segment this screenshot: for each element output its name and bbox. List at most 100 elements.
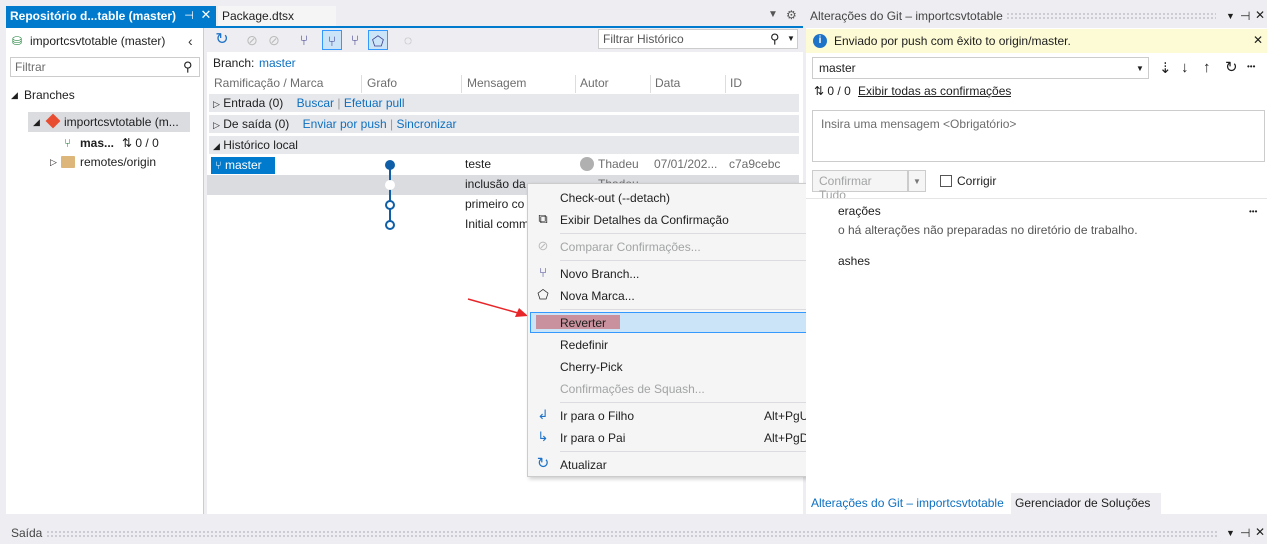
show-branches-icon[interactable]: ⑂ bbox=[322, 30, 342, 50]
menu-item-reset[interactable]: Redefinir bbox=[560, 335, 608, 355]
outgoing-section[interactable]: ▷ De saída (0) Enviar por push | Sincron… bbox=[209, 115, 799, 133]
menu-item-new-branch[interactable]: Novo Branch... bbox=[560, 264, 639, 284]
pin-icon[interactable]: ⊣ bbox=[182, 9, 196, 23]
banner-message: Enviado por push com êxito to origin/mas… bbox=[834, 34, 1071, 48]
graph-node bbox=[385, 200, 395, 210]
branch-label: Branch: bbox=[213, 56, 255, 70]
menu-item-view-commit-details[interactable]: Exibir Detalhes da Confirmação bbox=[560, 210, 729, 230]
branches-header[interactable]: Branches bbox=[24, 88, 75, 102]
search-icon[interactable]: ⚲ bbox=[770, 31, 780, 47]
pull-icon[interactable]: ↓ bbox=[1181, 59, 1189, 76]
go-to-child-icon: ↲ bbox=[537, 407, 549, 422]
compare-icon[interactable]: ⊘ bbox=[242, 30, 262, 50]
search-dropdown-icon[interactable]: ▼ bbox=[787, 34, 795, 43]
pull-link[interactable]: Efetuar pull bbox=[344, 96, 405, 110]
commit-message: primeiro co bbox=[465, 197, 525, 211]
branch-combo-value: master bbox=[819, 61, 856, 75]
search-icon[interactable]: ⚲ bbox=[183, 59, 193, 75]
bottom-tab-solution-explorer[interactable]: Gerenciador de Soluções bbox=[1011, 493, 1161, 514]
commit-message-input[interactable]: Insira uma mensagem <Obrigatório> bbox=[812, 110, 1265, 162]
section-divider bbox=[806, 198, 1267, 199]
show-tags-icon[interactable]: ⬠ bbox=[368, 30, 388, 50]
collapse-chevron-icon[interactable]: ‹ bbox=[188, 33, 193, 49]
incoming-section[interactable]: ▷ Entrada (0) Buscar | Efetuar pull bbox=[209, 94, 799, 112]
compare-commits-icon[interactable]: ⊘ bbox=[264, 30, 284, 50]
refresh-icon[interactable]: ↻ bbox=[212, 30, 232, 50]
output-close-icon[interactable]: ✕ bbox=[1255, 525, 1265, 539]
branch-combo[interactable]: master bbox=[812, 57, 1149, 79]
tab-package-dtsx[interactable]: Package.dtsx bbox=[218, 6, 336, 26]
menu-item-revert[interactable]: Reverter bbox=[560, 313, 606, 333]
panel-dropdown-icon[interactable]: ▼ bbox=[1226, 11, 1235, 21]
expand-arrow-icon[interactable]: ◢ bbox=[11, 90, 18, 101]
amend-checkbox[interactable] bbox=[940, 175, 952, 187]
show-all-commits-link[interactable]: Exibir todas as confirmações bbox=[858, 84, 1011, 98]
menu-item-refresh[interactable]: Atualizar bbox=[560, 455, 607, 475]
push-icon[interactable]: ↑ bbox=[1203, 59, 1211, 76]
close-tab-icon[interactable]: ✕ bbox=[199, 7, 213, 23]
branch-tag-master[interactable]: ⑂ master bbox=[211, 157, 275, 174]
branch-sync-count: ⇅ 0 / 0 bbox=[122, 136, 159, 150]
pin-icon[interactable]: ⊣ bbox=[1240, 9, 1250, 23]
changes-more-icon[interactable]: ••• bbox=[1249, 207, 1257, 216]
fetch-link[interactable]: Buscar bbox=[297, 96, 334, 110]
menu-item-new-tag[interactable]: Nova Marca... bbox=[560, 286, 635, 306]
menu-item-squash-commits[interactable]: Confirmações de Squash... bbox=[560, 379, 705, 399]
expand-arrow-icon[interactable]: ◢ bbox=[33, 117, 40, 128]
settings-gear-icon[interactable]: ⚙ bbox=[786, 8, 797, 22]
output-title-grip bbox=[46, 530, 1218, 538]
repo-node-label: importcsvtotable (m... bbox=[64, 115, 179, 129]
local-history-section[interactable]: ◢ Histórico local bbox=[209, 136, 799, 154]
tab-list-dropdown-icon[interactable]: ▼ bbox=[768, 9, 778, 20]
stashes-header[interactable]: ashes bbox=[838, 254, 870, 268]
expand-arrow-icon[interactable]: ▷ bbox=[213, 99, 220, 109]
menu-item-compare-commits[interactable]: Comparar Confirmações... bbox=[560, 237, 701, 257]
commit-all-button[interactable]: Confirmar Tudo bbox=[812, 170, 908, 202]
branch-filter-input[interactable]: Filtrar bbox=[10, 57, 200, 77]
more-actions-icon[interactable]: ••• bbox=[1247, 62, 1255, 71]
column-header-message[interactable]: Mensagem bbox=[467, 76, 526, 92]
changes-header[interactable]: erações bbox=[838, 204, 881, 218]
show-remote-icon[interactable]: ⑂ bbox=[345, 30, 365, 50]
output-pin-icon[interactable]: ⊣ bbox=[1240, 526, 1250, 540]
remote-node-label[interactable]: remotes/origin bbox=[80, 155, 156, 169]
hide-icon[interactable]: ◌ bbox=[398, 30, 418, 50]
commit-details-icon: ⧉ bbox=[538, 211, 548, 226]
bottom-tab-label: Gerenciador de Soluções bbox=[1015, 496, 1151, 510]
go-to-parent-icon: ↳ bbox=[537, 429, 549, 444]
expand-arrow-icon[interactable]: ▷ bbox=[50, 157, 57, 168]
expand-arrow-icon[interactable]: ▷ bbox=[213, 120, 220, 130]
close-icon[interactable]: ✕ bbox=[1255, 8, 1265, 22]
column-header-graph[interactable]: Grafo bbox=[367, 76, 397, 92]
menu-item-cherry-pick[interactable]: Cherry-Pick bbox=[560, 357, 623, 377]
history-search-input[interactable]: Filtrar Histórico bbox=[598, 29, 798, 49]
menu-item-go-to-child[interactable]: Ir para o Filho bbox=[560, 406, 634, 426]
commit-message-placeholder: Insira uma mensagem <Obrigatório> bbox=[821, 117, 1017, 131]
sync-icon[interactable]: ↻ bbox=[1225, 58, 1238, 76]
push-link[interactable]: Enviar por push bbox=[303, 117, 387, 131]
commit-dropdown-button[interactable]: ▼ bbox=[908, 170, 926, 192]
branch-node-label[interactable]: mas... bbox=[80, 136, 114, 150]
output-dropdown-icon[interactable]: ▼ bbox=[1226, 528, 1235, 538]
column-header-branch[interactable]: Ramificação / Marca bbox=[214, 76, 323, 92]
output-title[interactable]: Saída bbox=[11, 526, 42, 540]
fetch-icon[interactable]: ⇣ bbox=[1159, 59, 1172, 77]
menu-item-go-to-parent[interactable]: Ir para o Pai bbox=[560, 428, 625, 448]
commit-id: c7a9cebc bbox=[729, 157, 781, 171]
sync-link[interactable]: Sincronizar bbox=[397, 117, 457, 131]
bottom-tab-git-changes[interactable]: Alterações do Git – importcsvtotable bbox=[806, 493, 1009, 514]
menu-item-checkout-detach[interactable]: Check-out (--detach) bbox=[560, 188, 670, 208]
filter-placeholder: Filtrar bbox=[15, 60, 46, 74]
expand-arrow-icon[interactable]: ◢ bbox=[213, 141, 220, 151]
column-header-id[interactable]: ID bbox=[730, 76, 742, 92]
branch-combo-arrow-icon[interactable]: ▼ bbox=[1136, 64, 1144, 73]
column-divider bbox=[650, 75, 651, 93]
menu-separator bbox=[560, 402, 834, 403]
graph-node bbox=[385, 180, 395, 190]
column-header-date[interactable]: Data bbox=[655, 76, 680, 92]
changes-empty-message: o há alterações não preparadas no diretó… bbox=[838, 223, 1138, 237]
graph-options-icon[interactable]: ⑂ bbox=[294, 30, 314, 50]
column-header-author[interactable]: Autor bbox=[580, 76, 609, 92]
close-banner-icon[interactable]: ✕ bbox=[1253, 33, 1263, 47]
author-avatar-icon bbox=[580, 157, 594, 171]
